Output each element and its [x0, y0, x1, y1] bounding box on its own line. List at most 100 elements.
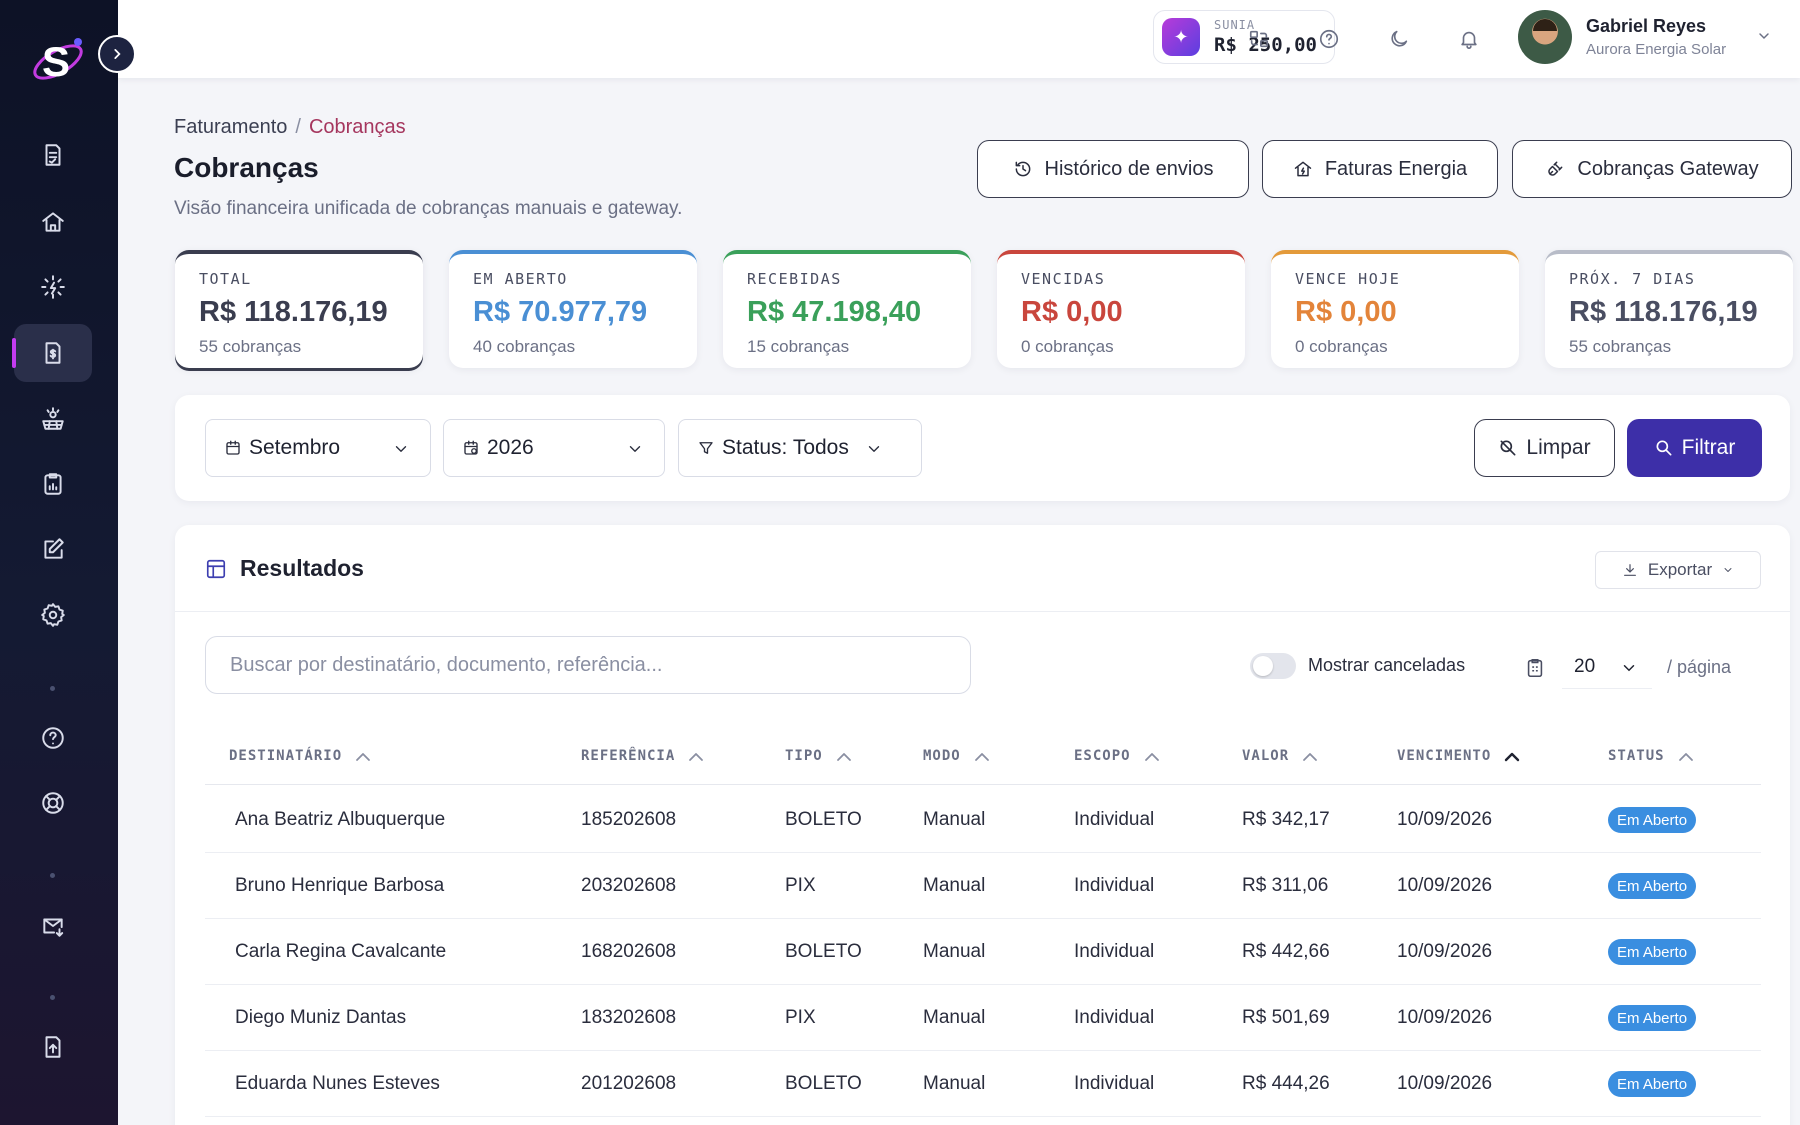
value-cell: R$ 342,17: [1242, 809, 1330, 830]
switch-button[interactable]: [1236, 16, 1282, 62]
column-header[interactable]: DESTINATÁRIO: [229, 748, 372, 764]
app-logo[interactable]: S: [28, 30, 88, 90]
download-icon: [1623, 564, 1636, 576]
stat-count: 15 cobranças: [747, 337, 850, 356]
recipient-cell: Ana Beatriz Albuquerque: [235, 809, 446, 830]
column-header-label: STATUS: [1608, 748, 1665, 764]
table-row[interactable]: Eduarda Nunes Esteves 201202608 BOLETO Manu…: [205, 1051, 1761, 1117]
sidebar-toggle-button[interactable]: [98, 35, 136, 73]
table-row[interactable]: Carla Regina Cavalcante 168202608 BOLETO Ma…: [205, 919, 1761, 985]
value-cell: R$ 501,69: [1242, 1007, 1330, 1028]
report-icon: [44, 473, 62, 495]
nav-billing[interactable]: [12, 324, 92, 382]
gateway-charges-button[interactable]: Cobranças Gateway: [1512, 140, 1792, 198]
stat-card[interactable]: PRÓX. 7 DIAS R$ 118.176,19 55 cobranças: [1545, 250, 1793, 368]
column-header[interactable]: VENCIMENTO: [1397, 748, 1521, 764]
column-header[interactable]: ESCOPO: [1074, 748, 1161, 764]
calendar-clock-icon: [464, 440, 478, 455]
swap-icon: [1249, 30, 1269, 48]
nav-support[interactable]: [14, 774, 92, 832]
year-select[interactable]: 2026: [443, 419, 665, 477]
due-date-cell: 10/09/2026: [1397, 875, 1493, 896]
nav-edit[interactable]: [14, 520, 92, 578]
nav-divider: [50, 686, 55, 691]
settings-icon: [41, 603, 65, 627]
sort-up-icon: [1144, 753, 1159, 761]
notifications-button[interactable]: [1446, 16, 1492, 62]
scope-cell: Individual: [1074, 941, 1155, 962]
mail-icon: [43, 918, 64, 937]
stat-card[interactable]: VENCE HOJE R$ 0,00 0 cobranças: [1271, 250, 1519, 368]
breadcrumb-parent[interactable]: Faturamento: [174, 116, 287, 138]
status-badge: Em Aberto: [1608, 1005, 1697, 1031]
apply-filter-button[interactable]: Filtrar: [1627, 419, 1762, 477]
clipboard-icon: [1527, 658, 1543, 678]
stat-label: VENCIDAS: [1021, 270, 1106, 288]
apply-filter-label: Filtrar: [1681, 436, 1736, 459]
nav-reports[interactable]: [14, 455, 92, 513]
table-header: DESTINATÁRIO REFERÊNCIA TIPO MODO ESCOPO VALO…: [205, 730, 1761, 785]
user-avatar[interactable]: [1518, 10, 1572, 64]
type-cell: PIX: [785, 875, 816, 896]
month-select[interactable]: Setembro: [205, 419, 431, 477]
results-panel: Resultados Exportar Mostrar canceladas 2…: [175, 525, 1790, 1125]
help-icon: [1319, 29, 1339, 49]
stat-count: 0 cobranças: [1295, 337, 1388, 356]
column-header[interactable]: VALOR: [1242, 748, 1319, 764]
month-select-value: Setembro: [249, 436, 341, 459]
column-header[interactable]: MODO: [923, 748, 991, 764]
energy-invoices-button[interactable]: Faturas Energia: [1262, 140, 1498, 198]
table-row[interactable]: Diego Muniz Dantas 183202608 PIX Manual Indi…: [205, 985, 1761, 1051]
search-off-icon: [1500, 440, 1516, 456]
help-button[interactable]: [1306, 16, 1352, 62]
reference-cell: 201202608: [581, 1073, 677, 1094]
page-size-select[interactable]: 20: [1562, 645, 1652, 689]
theme-toggle-button[interactable]: [1376, 16, 1422, 62]
export-button[interactable]: Exportar: [1595, 551, 1761, 589]
sort-up-icon: [1505, 752, 1520, 762]
chevron-down-icon[interactable]: [1756, 28, 1772, 44]
status-select[interactable]: Status: Todos: [678, 419, 922, 477]
table-row[interactable]: Bruno Henrique Barbosa 203202608 PIX Manual…: [205, 853, 1761, 919]
chevron-down-icon: [1623, 665, 1635, 672]
stat-value: R$ 118.176,19: [1569, 296, 1758, 328]
history-button[interactable]: Histórico de envios: [977, 140, 1249, 198]
stat-card[interactable]: EM ABERTO R$ 70.977,79 40 cobranças: [449, 250, 697, 368]
bell-icon: [1461, 31, 1477, 49]
nav-mail[interactable]: [14, 897, 92, 955]
nav-documents[interactable]: [14, 126, 92, 184]
column-header[interactable]: STATUS: [1608, 748, 1695, 764]
nav-solar[interactable]: [14, 258, 92, 316]
column-header[interactable]: REFERÊNCIA: [581, 748, 705, 764]
chevron-down-icon: [395, 446, 407, 452]
recipient-cell: Carla Regina Cavalcante: [235, 941, 447, 962]
results-header: Resultados Exportar: [175, 525, 1790, 612]
nav-upload[interactable]: [14, 1018, 92, 1076]
stat-card[interactable]: TOTAL R$ 118.176,19 55 cobranças: [175, 250, 423, 368]
user-name[interactable]: Gabriel Reyes: [1586, 16, 1706, 37]
nav-help[interactable]: [14, 709, 92, 767]
sort-up-icon: [836, 753, 851, 761]
help-icon: [42, 727, 64, 749]
reference-cell: 183202608: [581, 1007, 677, 1028]
breadcrumb-separator: /: [295, 116, 301, 138]
sort-up-icon: [974, 753, 989, 761]
page-size-value: 20: [1574, 655, 1596, 677]
clear-filters-button[interactable]: Limpar: [1474, 419, 1615, 477]
column-header[interactable]: TIPO: [785, 748, 853, 764]
column-header-label: MODO: [923, 748, 961, 764]
stat-card[interactable]: VENCIDAS R$ 0,00 0 cobranças: [997, 250, 1245, 368]
sort-up-icon: [1303, 753, 1318, 761]
show-canceled-toggle[interactable]: [1250, 653, 1296, 679]
nav-plants[interactable]: [14, 390, 92, 448]
sort-up-icon: [1678, 753, 1693, 761]
search-input[interactable]: [205, 636, 971, 694]
table-row[interactable]: Ana Beatriz Albuquerque 185202608 BOLETO Ma…: [205, 787, 1761, 853]
column-header-label: TIPO: [785, 748, 823, 764]
clear-filters-label: Limpar: [1526, 436, 1591, 459]
mode-cell: Manual: [923, 1007, 986, 1028]
due-date-cell: 10/09/2026: [1397, 1007, 1493, 1028]
stat-card[interactable]: RECEBIDAS R$ 47.198,40 15 cobranças: [723, 250, 971, 368]
nav-settings[interactable]: [14, 586, 92, 644]
nav-home[interactable]: [14, 193, 92, 251]
